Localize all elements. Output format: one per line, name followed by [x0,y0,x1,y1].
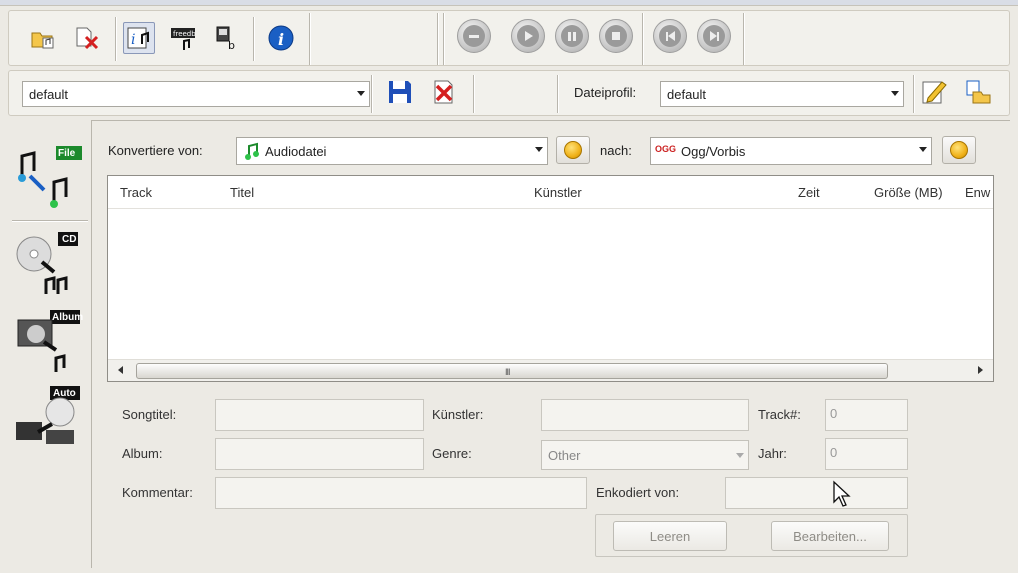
convert-from-value: Audiodatei [265,143,327,159]
sidebar-item-file[interactable]: File [12,142,86,214]
kuenstler-field[interactable] [541,399,749,431]
eject-icon[interactable] [457,19,491,53]
convert-to-select[interactable]: OGG Ogg/Vorbis [650,137,932,165]
genre-label: Genre: [432,446,472,461]
sidebar-badge-auto: Auto [53,388,76,399]
jahr-label: Jahr: [758,446,787,461]
track-label: Track#: [758,407,801,422]
track-list-header: Track Titel Künstler Zeit Größe (MB) Enw [108,176,993,209]
toolbar-separator [642,13,644,65]
songtitel-field[interactable] [215,399,424,431]
column-zeit[interactable]: Zeit [798,185,820,200]
chevron-down-icon [535,147,543,152]
track-field[interactable]: 0 [825,399,908,431]
settings-coin-icon [950,141,968,159]
scroll-grip: III [505,367,510,377]
toolbar-separator [115,17,117,61]
track-list[interactable]: Track Titel Künstler Zeit Größe (MB) Enw… [107,175,994,382]
toolbar-separator [309,13,311,65]
sidebar-badge-album: Album [52,312,84,323]
jahr-field[interactable]: 0 [825,438,908,470]
toolbar-separator [473,75,475,113]
stop-icon[interactable] [599,19,633,53]
toolbar-separator [557,75,559,113]
play-icon[interactable] [511,19,545,53]
sidebar-divider [12,220,88,222]
enkodiert-label: Enkodiert von: [596,485,680,500]
column-titel[interactable]: Titel [230,185,254,200]
column-kuenstler[interactable]: Künstler [534,185,582,200]
convert-from-label: Konvertiere von: [108,143,203,158]
dateiprofil-select[interactable]: default [660,81,904,107]
scroll-right-icon[interactable] [978,366,983,374]
dateiprofil-select-value: default [667,86,707,102]
toolbar-separator [253,17,255,61]
svg-text:freedb: freedb [173,30,196,38]
toolbar-separator [437,13,439,65]
enkodiert-field[interactable] [725,477,908,509]
ogg-icon: OGG [655,144,677,154]
settings-coin-icon [564,141,582,159]
previous-icon[interactable] [653,19,687,53]
sidebar-item-album[interactable]: Album [12,306,86,378]
column-enw[interactable]: Enw [965,185,990,200]
sidebar-badge-file: File [58,148,76,159]
freedb-icon[interactable]: freedb [167,22,199,54]
mouse-cursor-icon [833,480,851,507]
dateiprofil-label: Dateiprofil: [574,85,637,100]
to-options-button[interactable] [942,136,976,164]
leeren-button[interactable]: Leeren [613,521,727,551]
save-icon[interactable] [384,76,416,108]
kuenstler-label: Künstler: [432,407,484,422]
chevron-down-icon [357,91,365,96]
toolbar-separator [443,13,445,65]
kommentar-field[interactable] [215,477,587,509]
svg-text:b: b [228,39,235,52]
toolbar-separator [913,75,915,113]
convert-to-value: Ogg/Vorbis [681,143,746,159]
scroll-thumb[interactable]: III [136,363,888,379]
mode-sidebar: File CD Album Auto [8,120,88,465]
open-file-icon[interactable] [27,22,59,54]
toolbar-separator [371,75,373,113]
svg-text:i: i [278,30,284,49]
column-groesse[interactable]: Größe (MB) [874,185,943,200]
from-options-button[interactable] [556,136,590,164]
genre-select[interactable]: Other [541,440,749,470]
column-track[interactable]: Track [120,185,152,200]
kommentar-label: Kommentar: [122,485,193,500]
window-top-edge [0,0,1018,6]
genre-value: Other [548,447,581,463]
copy-profile-icon[interactable] [962,76,994,108]
toolbar-separator [743,13,745,65]
scroll-left-icon[interactable] [118,366,123,374]
sidebar-item-auto[interactable]: Auto [12,382,86,454]
audio-file-icon [245,142,259,160]
chevron-down-icon [736,453,744,458]
sidebar-badge-cd: CD [62,234,77,245]
pause-icon[interactable] [555,19,589,53]
sidebar-item-cd[interactable]: CD [12,228,86,300]
next-icon[interactable] [697,19,731,53]
horizontal-scrollbar[interactable]: III [108,359,993,381]
convert-from-select[interactable]: Audiodatei [236,137,548,165]
audio-info-icon[interactable]: i [123,22,155,54]
bearbeiten-button[interactable]: Bearbeiten... [771,521,889,551]
svg-text:i: i [131,32,135,48]
remove-file-icon[interactable] [71,22,103,54]
profile-select[interactable]: default [22,81,370,107]
script-icon[interactable]: b [211,22,243,54]
songtitel-label: Songtitel: [122,407,177,422]
album-label: Album: [122,446,163,461]
main-toolbar: i freedb b i [8,10,1010,66]
convert-to-label: nach: [600,143,632,158]
info-icon[interactable]: i [265,22,297,54]
album-field[interactable] [215,438,424,470]
delete-profile-icon[interactable] [428,76,460,108]
profile-select-value: default [29,86,69,102]
edit-profile-icon[interactable] [918,76,950,108]
chevron-down-icon [891,91,899,96]
chevron-down-icon [919,147,927,152]
